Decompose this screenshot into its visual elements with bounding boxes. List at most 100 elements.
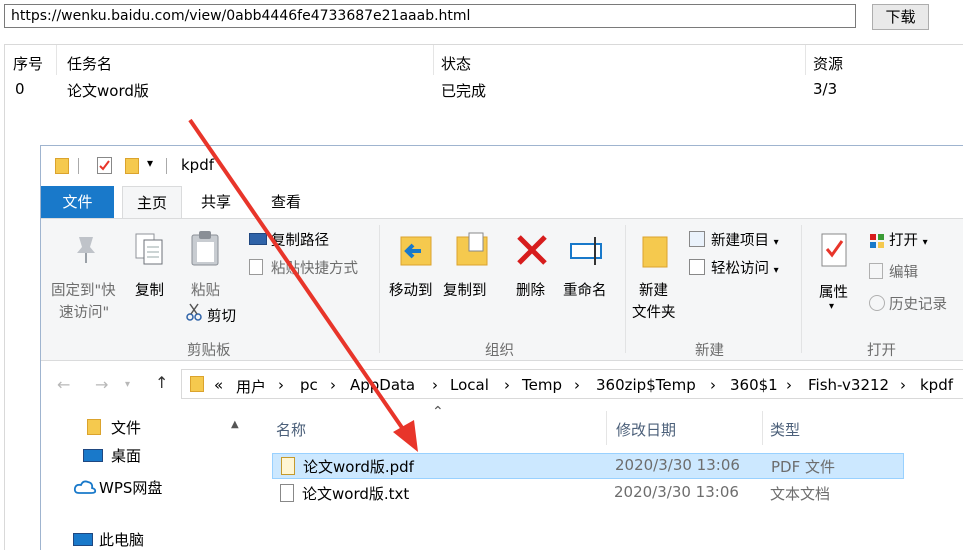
tab-share[interactable]: 共享 [191, 186, 241, 218]
quick-access-toolbar: ▾ kpdf [41, 146, 963, 186]
nav-item-desktop[interactable]: 桌面 [111, 445, 141, 466]
ribbon-tabs: 文件 主页 共享 查看 [41, 186, 963, 218]
download-button[interactable]: 下载 [872, 4, 929, 30]
chevron-right-icon[interactable]: › [710, 376, 716, 394]
new-folder-icon[interactable] [125, 158, 139, 174]
url-input[interactable]: https://wenku.baidu.com/view/0abb4446fe4… [4, 4, 856, 28]
scissors-icon [185, 303, 203, 325]
file-modified: 2020/3/30 13:06 [614, 483, 739, 501]
breadcrumb-item[interactable]: kpdf [920, 376, 953, 394]
cloud-icon [73, 479, 97, 499]
history-icon [869, 295, 885, 311]
column-header-task[interactable]: 任务名 [67, 53, 112, 74]
address-row: ← → ▾ ↑ « 用户 › pc › AppData › Local › Te… [41, 361, 963, 407]
pin-quick-access-button[interactable]: 固定到"快 [51, 279, 116, 300]
chevron-right-icon[interactable]: › [900, 376, 906, 394]
rename-button[interactable]: 重命名 [563, 279, 607, 300]
recent-locations-icon[interactable]: ▾ [125, 379, 130, 390]
file-row-pdf[interactable]: 论文word版.pdf 2020/3/30 13:06 PDF 文件 [272, 453, 904, 479]
column-separator [762, 411, 763, 445]
nav-item-this-pc[interactable]: 此电脑 [99, 529, 144, 550]
chevron-right-icon[interactable]: › [786, 376, 792, 394]
column-header-index[interactable]: 序号 [13, 53, 43, 74]
text-file-icon [280, 484, 294, 502]
breadcrumb-item[interactable]: 用户 [236, 376, 266, 397]
tab-home[interactable]: 主页 [122, 186, 182, 218]
ribbon: 固定到"快 速访问" 复制 粘贴 复制路径 粘贴快捷方式 剪切 剪贴板 移动到 [41, 218, 963, 361]
chevron-right-icon[interactable]: › [504, 376, 510, 394]
column-header-name[interactable]: 名称 [276, 419, 306, 440]
cut-button[interactable]: 剪切 [207, 305, 236, 326]
copy-button[interactable]: 复制 [135, 279, 164, 300]
chevron-right-icon[interactable]: › [432, 376, 438, 394]
forward-icon[interactable]: → [95, 375, 108, 394]
column-separator [56, 45, 57, 75]
properties-icon[interactable] [97, 157, 112, 174]
tab-view[interactable]: 查看 [259, 186, 313, 218]
customize-toolbar-icon[interactable]: ▾ [147, 156, 153, 170]
move-to-icon [397, 233, 435, 273]
group-separator [625, 225, 626, 353]
breadcrumb-item[interactable]: 360zip$Temp [596, 376, 696, 394]
address-bar[interactable]: « 用户 › pc › AppData › Local › Temp › 360… [181, 369, 963, 399]
move-to-button[interactable]: 移动到 [389, 279, 433, 300]
chevron-right-icon[interactable]: › [278, 376, 284, 394]
edit-icon [869, 263, 883, 279]
new-item-label: 新建项目 [711, 233, 769, 249]
delete-button[interactable]: 删除 [516, 279, 545, 300]
new-folder-icon [641, 233, 669, 273]
pin-quick-access-label2: 速访问" [59, 305, 110, 321]
column-header-modified[interactable]: 修改日期 [616, 419, 676, 440]
edit-button[interactable]: 编辑 [889, 261, 918, 282]
paste-icon [189, 229, 221, 271]
copy-path-button[interactable]: 复制路径 [271, 229, 329, 250]
new-item-button[interactable]: 新建项目 ▾ [711, 229, 779, 250]
breadcrumb-item[interactable]: Temp [522, 376, 562, 394]
column-separator [606, 411, 607, 445]
navigation-pane: 文件 ▲ 桌面 WPS网盘 此电脑 [41, 407, 246, 550]
new-item-icon [689, 231, 705, 247]
breadcrumb-item[interactable]: AppData [350, 376, 415, 394]
breadcrumb-overflow[interactable]: « [214, 376, 223, 394]
history-button[interactable]: 历史记录 [889, 293, 947, 314]
copy-to-button[interactable]: 复制到 [443, 279, 487, 300]
breadcrumb-item[interactable]: Fish-v3212 [808, 376, 889, 394]
chevron-right-icon[interactable]: › [574, 376, 580, 394]
breadcrumb-item[interactable]: Local [450, 376, 489, 394]
file-type: PDF 文件 [771, 458, 835, 476]
file-list: ⌃ 名称 修改日期 类型 论文word版.pdf 2020/3/30 13:06… [246, 404, 963, 550]
dropdown-icon: ▾ [829, 301, 835, 312]
properties-button[interactable]: 属性 [819, 281, 848, 302]
pin-icon [71, 233, 101, 269]
column-header-resource[interactable]: 资源 [813, 53, 843, 74]
paste-shortcut-button[interactable]: 粘贴快捷方式 [271, 257, 358, 278]
breadcrumb-item[interactable]: pc [300, 376, 318, 394]
dropdown-icon: ▾ [922, 237, 928, 248]
window-title: kpdf [181, 156, 215, 174]
back-icon[interactable]: ← [57, 375, 70, 394]
open-button[interactable]: 打开 ▾ [889, 229, 928, 250]
column-header-status[interactable]: 状态 [441, 53, 471, 74]
task-name[interactable]: 论文word版 [67, 80, 149, 101]
computer-icon [73, 533, 93, 546]
easy-access-button[interactable]: 轻松访问 ▾ [711, 257, 779, 278]
nav-item-files[interactable]: 文件 [111, 417, 141, 438]
new-folder-label2: 文件夹 [632, 305, 676, 321]
file-row-txt[interactable]: 论文word版.txt 2020/3/30 13:06 文本文档 [272, 481, 904, 507]
up-icon[interactable]: ↑ [155, 373, 168, 392]
new-folder-button[interactable]: 新建 [639, 279, 668, 300]
nav-item-wps-drive[interactable]: WPS网盘 [99, 477, 162, 498]
scroll-up-icon[interactable]: ▲ [231, 419, 239, 430]
folder-icon [55, 158, 69, 174]
pdf-file-icon [281, 457, 295, 475]
paste-button[interactable]: 粘贴 [191, 279, 220, 300]
divider [166, 158, 167, 174]
desktop-icon [83, 449, 103, 462]
breadcrumb-item[interactable]: 360$1 [730, 376, 778, 394]
task-index: 0 [15, 80, 25, 98]
chevron-right-icon[interactable]: › [330, 376, 336, 394]
column-header-type[interactable]: 类型 [770, 419, 800, 440]
file-modified: 2020/3/30 13:06 [615, 456, 740, 474]
group-label-open: 打开 [867, 343, 896, 359]
tab-file[interactable]: 文件 [41, 186, 114, 218]
